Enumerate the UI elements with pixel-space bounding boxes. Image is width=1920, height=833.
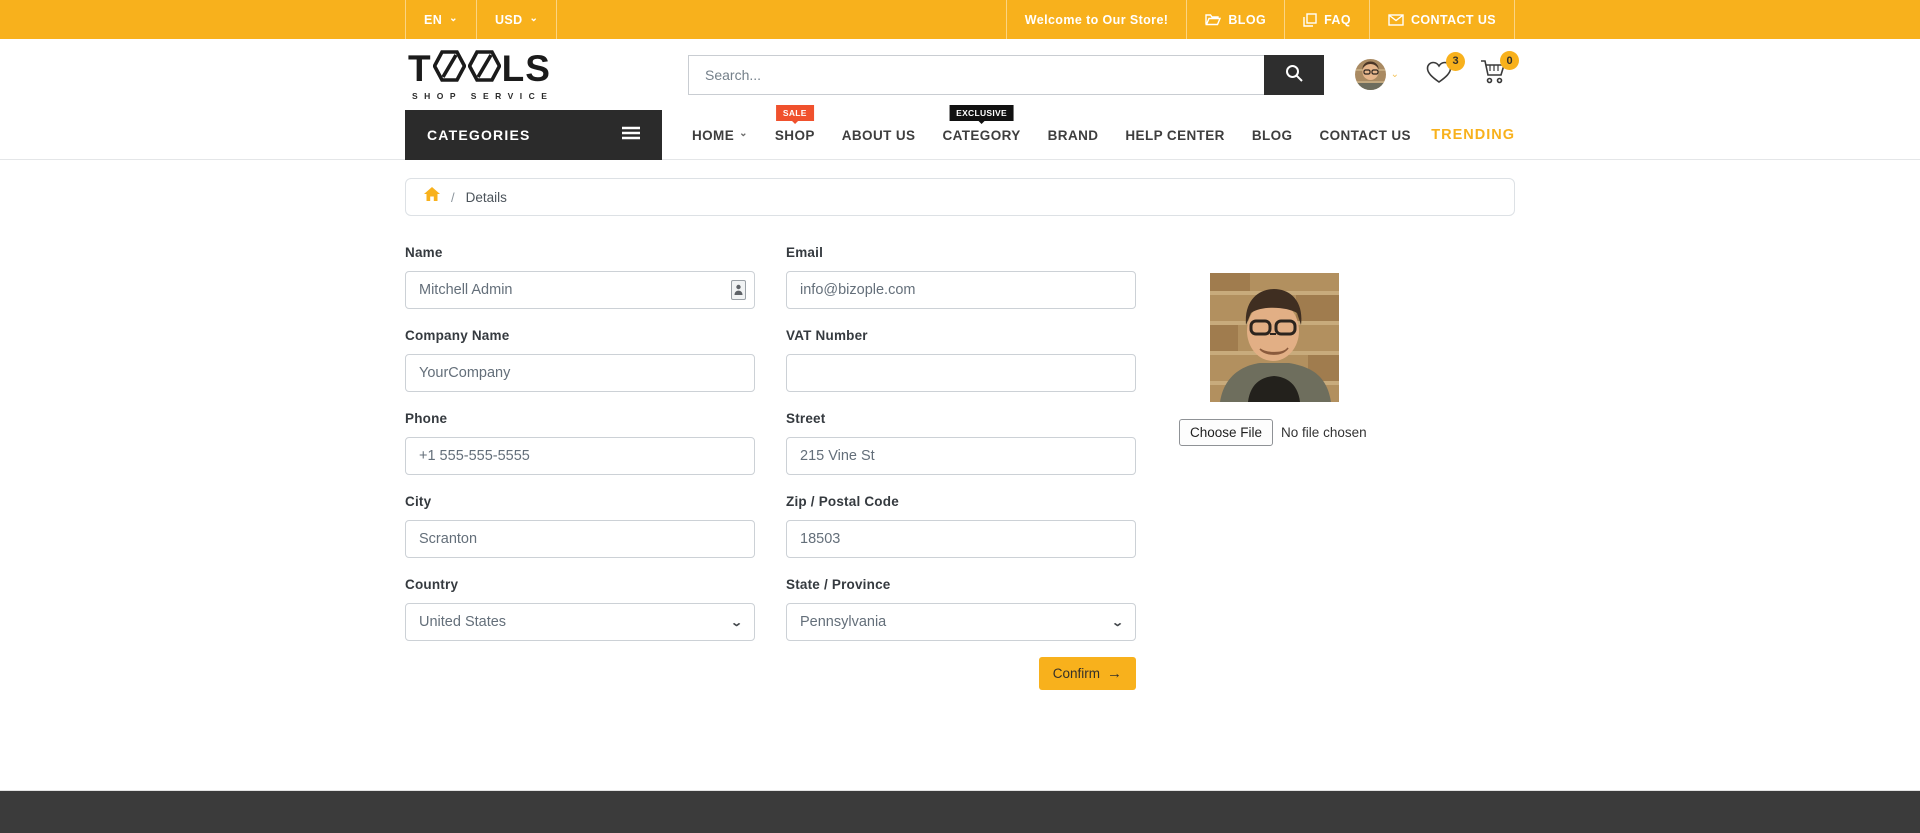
cart-button[interactable]: 0 [1479,51,1519,90]
chevron-down-icon: ⌄ [529,12,539,24]
search-input[interactable] [688,54,1264,95]
chevron-down-icon: ⌄ [1390,69,1399,80]
arrow-right-icon: → [1107,665,1122,682]
phone-input[interactable] [405,437,755,475]
hex-nut-icon [432,49,467,89]
mail-icon [1388,13,1404,26]
nav-item-shop[interactable]: SALE SHOP [775,105,815,160]
field-vat-number: VAT Number [786,328,1136,392]
field-country: Country United States ⌄ [405,577,755,641]
photo-upload: Choose File No file chosen [1179,419,1369,446]
nav-item-home[interactable]: HOME ⌄ [692,110,748,160]
main-header: T LS SHOP SERVICE Search... ⌄ 3 0 [0,39,1920,110]
sale-badge: SALE [775,105,814,121]
chevron-down-icon: ⌄ [1110,616,1124,629]
nav-item-category[interactable]: EXCLUSIVE CATEGORY [942,105,1020,160]
chevron-down-icon: ⌄ [739,128,748,139]
exclusive-badge: EXCLUSIVE [949,105,1014,121]
language-label: EN [424,12,443,27]
breadcrumb-current: Details [465,189,507,205]
wishlist-button[interactable]: 3 [1425,51,1465,90]
file-status-text: No file chosen [1281,425,1367,440]
avatar [1354,59,1386,90]
top-bar: EN ⌄ USD ⌄ Welcome to Our Store! BLOG FA… [0,0,1920,39]
hex-nut-icon [467,49,502,89]
field-city: City [405,494,755,558]
nav-item-contact-us[interactable]: CONTACT US [1319,110,1411,160]
field-name: Name [405,245,755,309]
city-input[interactable] [405,520,755,558]
categories-menu-button[interactable]: CATEGORIES [405,110,662,160]
confirm-button[interactable]: Confirm → [1038,657,1136,690]
chevron-down-icon: ⌄ [729,616,743,629]
account-menu[interactable]: ⌄ [1354,59,1399,90]
choose-file-button[interactable]: Choose File [1179,419,1274,446]
search-bar [688,54,1324,95]
language-selector[interactable]: EN ⌄ [405,0,476,39]
zip-input[interactable] [786,520,1136,558]
field-state: State / Province Pennsylvania ⌄ [786,577,1136,641]
site-logo[interactable]: T LS SHOP SERVICE [405,49,688,101]
main-nav: CATEGORIES HOME ⌄ SALE SHOP ABOUT US EXC… [0,105,1920,160]
vat-number-input[interactable] [786,354,1136,392]
state-select[interactable]: Pennsylvania ⌄ [786,603,1136,641]
field-email: Email [786,245,1136,309]
welcome-message: Welcome to Our Store! [1005,0,1187,39]
company-name-input[interactable] [405,354,755,392]
search-icon [1284,63,1304,86]
name-input[interactable] [405,271,755,309]
field-zip: Zip / Postal Code [786,494,1136,558]
currency-label: USD [494,12,523,27]
country-select[interactable]: United States ⌄ [405,603,755,641]
home-icon[interactable] [424,187,440,207]
field-street: Street [786,411,1136,475]
hamburger-icon [622,126,640,145]
nav-item-about-us[interactable]: ABOUT US [842,110,916,160]
details-form: Name Email Company Name [405,245,1515,690]
search-button[interactable] [1264,54,1324,95]
currency-selector[interactable]: USD ⌄ [475,0,558,39]
cart-icon [1479,60,1507,89]
chevron-down-icon: ⌄ [449,12,458,24]
copy-icon-link-faq[interactable]: FAQ [1284,0,1369,39]
topbar-link-blog[interactable]: BLOG [1186,0,1284,39]
autofill-contact-icon[interactable] [731,280,746,300]
nav-item-brand[interactable]: BRAND [1048,110,1099,160]
logo-subtitle: SHOP SERVICE [412,90,554,101]
footer-bar [0,790,1920,833]
breadcrumb: / Details [405,178,1515,216]
field-phone: Phone [405,411,755,475]
topbar-link-contact[interactable]: CONTACT US [1368,0,1515,39]
email-input[interactable] [786,271,1136,309]
trending-link[interactable]: TRENDING [1431,110,1515,160]
field-company-name: Company Name [405,328,755,392]
nav-item-blog[interactable]: BLOG [1252,110,1293,160]
profile-photo [1209,273,1339,402]
wishlist-count-badge: 3 [1446,51,1465,71]
breadcrumb-separator: / [451,189,455,205]
cart-count-badge: 0 [1500,51,1519,70]
heart-icon [1425,61,1453,89]
copy-icon [1303,12,1317,27]
folder-icon [1205,13,1222,26]
street-input[interactable] [786,437,1136,475]
nav-item-help-center[interactable]: HELP CENTER [1125,110,1224,160]
